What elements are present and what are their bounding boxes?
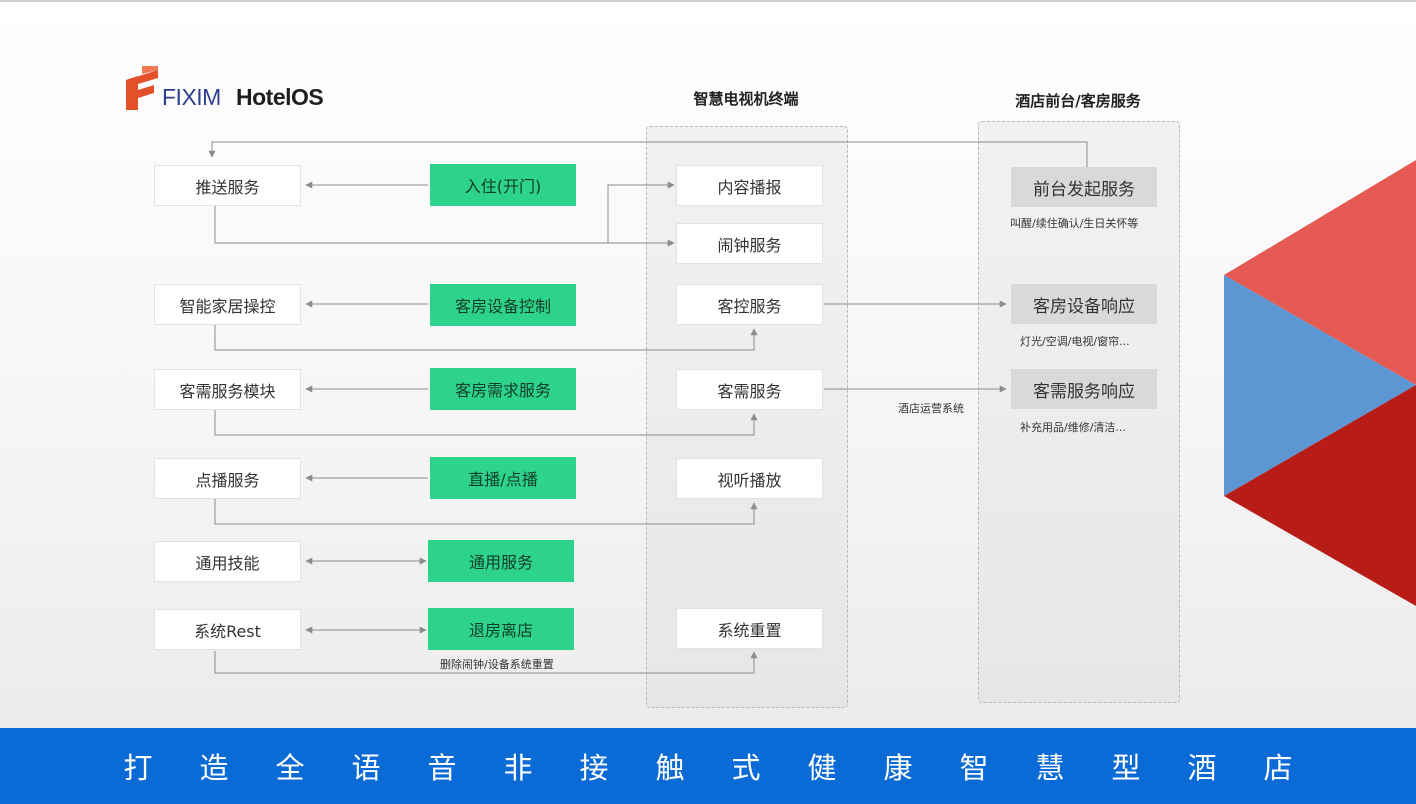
guest-needs-response-box: 客需服务响应 (1011, 369, 1157, 409)
guest-needs-module-box: 客需服务模块 (154, 369, 301, 410)
vod-service-box: 点播服务 (154, 458, 301, 499)
av-playback-box: 视听播放 (676, 458, 823, 499)
general-skill-box: 通用技能 (154, 541, 301, 582)
content-broadcast-box: 内容播报 (676, 165, 823, 206)
system-rest-box: 系统Rest (154, 609, 301, 650)
smart-home-control-box: 智能家居操控 (154, 284, 301, 325)
footer-slogan: 打造全语音非接触式健康智慧型酒店 (123, 751, 1340, 785)
alarm-service-box: 闹钟服务 (676, 223, 823, 264)
desk-initiate-service-box: 前台发起服务 (1011, 167, 1157, 207)
guest-needs-response-note: 补充用品/维修/清洁... (1020, 421, 1126, 434)
desk-initiate-note: 叫醒/续住确认/生日关怀等 (1010, 217, 1139, 230)
hotel-ops-system-label: 酒店运营系统 (898, 402, 964, 415)
room-control-service-box: 客控服务 (676, 284, 823, 325)
guest-needs-service-box: 客需服务 (676, 369, 823, 410)
footer-banner: 打造全语音非接触式健康智慧型酒店 (0, 728, 1416, 804)
push-service-box: 推送服务 (154, 165, 301, 206)
room-device-response-box: 客房设备响应 (1011, 284, 1157, 324)
system-reset-box: 系统重置 (676, 608, 823, 649)
room-device-response-note: 灯光/空调/电视/窗帘... (1020, 335, 1130, 348)
general-service-box: 通用服务 (428, 540, 574, 582)
checkin-box: 入住(开门) (430, 164, 576, 206)
room-device-control-box: 客房设备控制 (430, 284, 576, 326)
live-vod-box: 直播/点播 (430, 457, 576, 499)
checkout-note: 删除闹钟/设备系统重置 (440, 658, 554, 671)
decorative-triangles (1224, 160, 1416, 606)
room-needs-box: 客房需求服务 (430, 368, 576, 410)
checkout-box: 退房离店 (428, 608, 574, 650)
